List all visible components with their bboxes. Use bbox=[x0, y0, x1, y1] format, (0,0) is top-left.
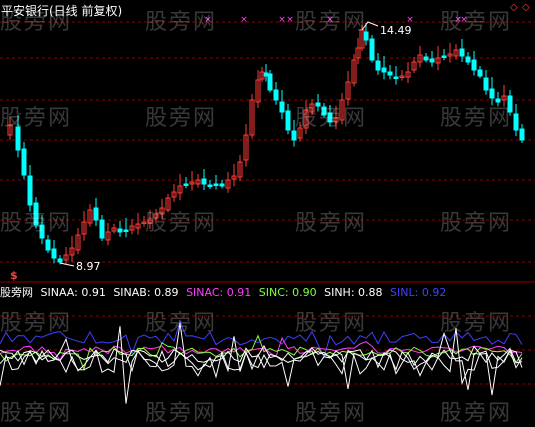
indicator-legend: 股旁网 SINAA: 0.91 SINAB: 0.89 SINAC: 0.91 … bbox=[0, 284, 450, 300]
watermark: 股旁网 bbox=[145, 401, 218, 426]
legend-sinl: SINL: 0.92 bbox=[390, 286, 447, 299]
legend-sinc: SINC: 0.90 bbox=[258, 286, 317, 299]
candle-body bbox=[207, 184, 213, 187]
watermark: 股旁网 bbox=[440, 401, 513, 426]
candle-body bbox=[465, 56, 471, 63]
candle-body bbox=[57, 258, 63, 263]
watermark: 股旁网 bbox=[0, 311, 73, 336]
watermark: 股旁网 bbox=[295, 106, 368, 131]
legend-sinac: SINAC: 0.91 bbox=[186, 286, 252, 299]
top-marker: × bbox=[286, 15, 294, 25]
candle-body bbox=[273, 89, 279, 101]
candle-body bbox=[21, 148, 27, 176]
candle-body bbox=[393, 76, 399, 79]
candle-body bbox=[285, 110, 291, 131]
candle-body bbox=[489, 88, 495, 99]
candle-body bbox=[263, 72, 269, 77]
watermark: 股旁网 bbox=[295, 211, 368, 236]
candle-body bbox=[279, 101, 285, 113]
candle-body bbox=[477, 69, 483, 77]
candle-body bbox=[483, 77, 489, 91]
watermark: 股旁网 bbox=[0, 401, 73, 426]
candle-body bbox=[291, 130, 297, 141]
low-price-label: 8.97 bbox=[76, 260, 101, 273]
watermark: 股旁网 bbox=[440, 106, 513, 131]
watermark: 股旁网 bbox=[145, 106, 218, 131]
indicator-name: 股旁网 bbox=[0, 286, 33, 299]
candle-body bbox=[471, 59, 477, 71]
watermark: 股旁网 bbox=[295, 10, 368, 35]
signal-markers: × × × × × × ××14.498.97$ bbox=[10, 15, 468, 282]
watermark: 股旁网 bbox=[145, 10, 218, 35]
diamond-icon[interactable]: ◇ bbox=[522, 2, 530, 13]
watermark: 股旁网 bbox=[0, 10, 73, 35]
candle-body bbox=[375, 60, 381, 71]
candle-body bbox=[183, 183, 189, 186]
high-price-label: 14.49 bbox=[380, 24, 412, 37]
candle-body bbox=[459, 48, 465, 57]
candle-body bbox=[123, 229, 129, 232]
legend-sinab: SINAB: 0.89 bbox=[113, 286, 179, 299]
top-marker: × bbox=[240, 15, 248, 25]
candle-body bbox=[219, 183, 225, 187]
signal-marker: $ bbox=[10, 269, 18, 282]
candle-body bbox=[201, 178, 207, 185]
watermark: 股旁网 bbox=[440, 311, 513, 336]
candle-body bbox=[213, 183, 219, 186]
top-marker: × bbox=[278, 15, 286, 25]
watermark: 股旁网 bbox=[440, 10, 513, 35]
watermark: 股旁网 bbox=[145, 211, 218, 236]
candle-body bbox=[387, 71, 393, 76]
candle-body bbox=[99, 219, 105, 239]
watermark: 股旁网 bbox=[0, 106, 73, 131]
watermark: 股旁网 bbox=[0, 211, 73, 236]
candle-body bbox=[51, 248, 57, 259]
low-leader bbox=[59, 262, 75, 267]
candle-body bbox=[267, 73, 273, 91]
candle-body bbox=[369, 38, 375, 61]
legend-sinh: SINH: 0.88 bbox=[324, 286, 383, 299]
candle-body bbox=[423, 56, 429, 61]
watermark: 股旁网 bbox=[145, 311, 218, 336]
candle-body bbox=[519, 128, 525, 141]
candle-body bbox=[513, 113, 519, 131]
candle-body bbox=[429, 58, 435, 63]
candle-body bbox=[117, 228, 123, 233]
candle-body bbox=[27, 175, 33, 206]
candle-body bbox=[45, 239, 51, 251]
legend-sinaa: SINAA: 0.91 bbox=[40, 286, 106, 299]
watermark: 股旁网 bbox=[440, 211, 513, 236]
watermark: 股旁网 bbox=[295, 311, 368, 336]
watermark: 股旁网 bbox=[295, 401, 368, 426]
candle-body bbox=[93, 207, 99, 221]
candle-body bbox=[381, 67, 387, 73]
candle-body bbox=[441, 55, 447, 58]
